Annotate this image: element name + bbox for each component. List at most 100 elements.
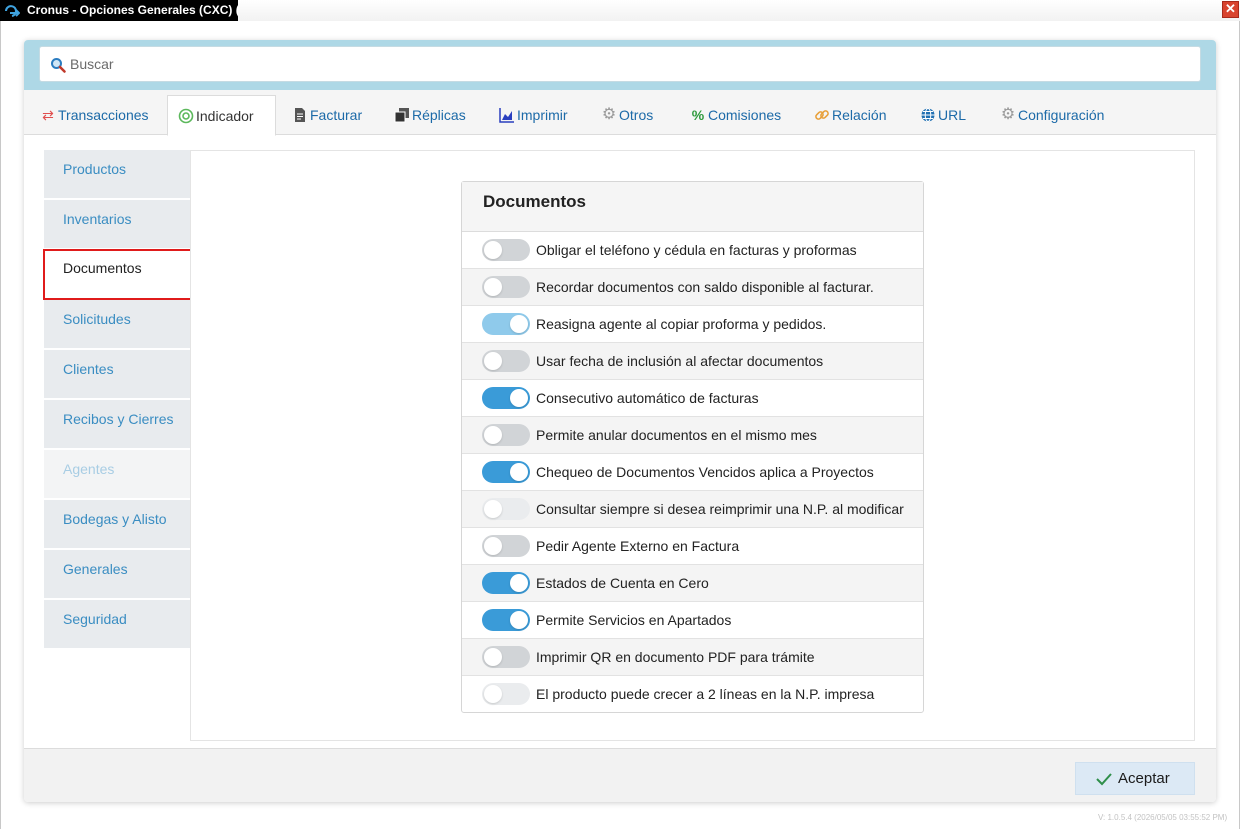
sidebar-item-seguridad[interactable]: Seguridad	[44, 600, 190, 648]
tab-indicador[interactable]: Indicador	[167, 95, 276, 136]
main-pane: Documentos Obligar el teléfono y cédula …	[190, 150, 1195, 741]
option-toggle-switch[interactable]	[482, 609, 530, 631]
accept-button[interactable]: Aceptar	[1075, 762, 1195, 795]
tab-label: Réplicas	[412, 107, 466, 123]
toggle-knob	[484, 500, 502, 518]
options-panel: ⇄ Transacciones Indicador Facturar Répli…	[24, 40, 1216, 802]
sidebar-item-clientes[interactable]: Clientes	[44, 350, 190, 398]
option-label: Reasigna agente al copiar proforma y ped…	[536, 316, 827, 332]
option-row: Chequeo de Documentos Vencidos aplica a …	[462, 454, 923, 491]
tab-label: Imprimir	[517, 107, 568, 123]
toggle-knob	[484, 352, 502, 370]
tab-imprimir[interactable]: Imprimir	[489, 95, 568, 135]
sidebar-item-documentos[interactable]: Documentos	[43, 249, 192, 300]
tab-replicas[interactable]: Réplicas	[384, 95, 466, 135]
search-input[interactable]	[70, 53, 1170, 75]
close-window-button[interactable]: ✕	[1222, 1, 1239, 18]
sidebar-item-recibos-y-cierres[interactable]: Recibos y Cierres	[44, 400, 190, 448]
target-icon	[178, 108, 194, 124]
option-label: Consultar siempre si desea reimprimir un…	[536, 501, 904, 517]
option-toggle-switch[interactable]	[482, 424, 530, 446]
content-area: Productos Inventarios Documentos Solicit…	[43, 150, 1195, 741]
toggle-knob	[484, 241, 502, 259]
option-toggle-switch[interactable]	[482, 313, 530, 335]
option-row: El producto puede crecer a 2 líneas en l…	[462, 676, 923, 713]
option-toggle-switch[interactable]	[482, 276, 530, 298]
tab-relacion[interactable]: Relación	[804, 95, 886, 135]
option-row: Usar fecha de inclusión al afectar docum…	[462, 343, 923, 380]
tab-comisiones[interactable]: % Comisiones	[680, 95, 781, 135]
toggle-knob	[484, 426, 502, 444]
option-label: Consecutivo automático de facturas	[536, 390, 759, 406]
option-row: Consecutivo automático de facturas	[462, 380, 923, 417]
option-label: Permite Servicios en Apartados	[536, 612, 732, 628]
option-row: Permite Servicios en Apartados	[462, 602, 923, 639]
search-box[interactable]	[39, 46, 1201, 82]
option-row: Recordar documentos con saldo disponible…	[462, 269, 923, 306]
toggle-knob	[510, 574, 528, 592]
option-label: Permite anular documentos en el mismo me…	[536, 427, 817, 443]
option-label: Imprimir QR en documento PDF para trámit…	[536, 649, 815, 665]
sidebar-item-bodegas-y-alisto[interactable]: Bodegas y Alisto	[44, 500, 190, 548]
toggle-knob	[510, 315, 528, 333]
sidebar: Productos Inventarios Documentos Solicit…	[43, 150, 192, 650]
tab-transacciones[interactable]: ⇄ Transacciones	[30, 95, 149, 135]
globe-icon	[920, 107, 936, 123]
option-toggle-switch[interactable]	[482, 646, 530, 668]
document-icon	[292, 107, 308, 123]
gear-icon: ⚙	[1000, 106, 1016, 123]
sidebar-item-generales[interactable]: Generales	[44, 550, 190, 598]
option-toggle-switch[interactable]	[482, 535, 530, 557]
tab-label: Facturar	[310, 107, 363, 123]
footer-bar: Aceptar	[24, 748, 1216, 802]
link-icon	[814, 107, 830, 123]
search-icon	[51, 58, 66, 73]
sidebar-item-productos[interactable]: Productos	[44, 150, 190, 198]
option-row: Permite anular documentos en el mismo me…	[462, 417, 923, 454]
option-toggle-switch	[482, 498, 530, 520]
option-row: Estados de Cuenta en Cero	[462, 565, 923, 602]
option-toggle-switch[interactable]	[482, 350, 530, 372]
area-chart-icon	[499, 107, 515, 123]
tab-configuracion[interactable]: ⚙ Configuración	[990, 95, 1105, 135]
tab-label: URL	[938, 107, 967, 123]
toggle-knob	[484, 278, 502, 296]
tab-label: Transacciones	[58, 107, 149, 123]
tab-label: Relación	[832, 107, 887, 123]
documents-options-list: Obligar el teléfono y cédula en facturas…	[462, 232, 923, 713]
tab-label: Indicador	[196, 108, 254, 124]
version-label: V: 1.0.5.4 (2026/05/05 03:55:52 PM)	[1098, 813, 1228, 822]
tab-facturar[interactable]: Facturar	[282, 95, 362, 135]
option-row: Imprimir QR en documento PDF para trámit…	[462, 639, 923, 676]
option-label: Estados de Cuenta en Cero	[536, 575, 709, 591]
copy-icon	[394, 107, 410, 123]
option-row: Obligar el teléfono y cédula en facturas…	[462, 232, 923, 269]
sidebar-item-inventarios[interactable]: Inventarios	[44, 200, 190, 248]
title-bar-background	[238, 0, 1240, 21]
percent-icon: %	[691, 107, 705, 123]
documents-card: Documentos Obligar el teléfono y cédula …	[461, 181, 924, 713]
option-toggle-switch[interactable]	[482, 461, 530, 483]
window-title: Cronus - Opciones Generales (CXC) (B)	[27, 3, 253, 17]
tab-label: Otros	[619, 107, 654, 123]
tab-label: Configuración	[1018, 107, 1105, 123]
option-toggle-switch[interactable]	[482, 572, 530, 594]
check-icon	[1096, 773, 1112, 786]
toggle-knob	[484, 685, 502, 703]
gears-icon: ⚙	[601, 106, 617, 123]
option-label: Pedir Agente Externo en Factura	[536, 538, 740, 554]
search-band	[24, 40, 1216, 90]
app-logo-icon	[5, 5, 20, 17]
sidebar-item-solicitudes[interactable]: Solicitudes	[44, 300, 190, 348]
option-toggle-switch	[482, 683, 530, 705]
toggle-knob	[510, 611, 528, 629]
tab-otros[interactable]: ⚙ Otros	[591, 95, 653, 135]
option-row: Reasigna agente al copiar proforma y ped…	[462, 306, 923, 343]
tab-url[interactable]: URL	[910, 95, 966, 135]
tab-label: Comisiones	[708, 107, 782, 123]
option-toggle-switch[interactable]	[482, 387, 530, 409]
toggle-knob	[484, 648, 502, 666]
option-toggle-switch[interactable]	[482, 239, 530, 261]
option-row: Pedir Agente Externo en Factura	[462, 528, 923, 565]
documents-card-title: Documentos	[462, 182, 923, 232]
